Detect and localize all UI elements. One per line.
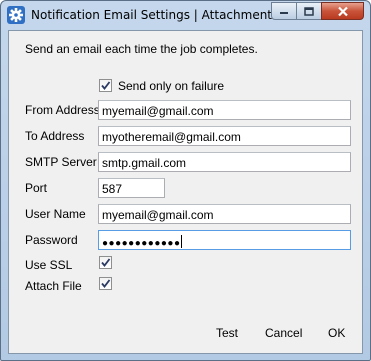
dialog-window: Notification Email Settings | Attachment… — [0, 0, 371, 361]
user-name-label: User Name — [25, 207, 86, 221]
cancel-button[interactable]: Cancel — [257, 322, 310, 344]
window-controls — [271, 2, 364, 20]
port-label: Port — [25, 181, 48, 195]
to-address-field[interactable]: myotheremail@gmail.com — [98, 126, 351, 146]
password-field[interactable]: ●●●●●●●●●●●● — [98, 230, 351, 250]
to-address-label: To Address — [25, 129, 85, 143]
port-field[interactable]: 587 — [98, 178, 165, 198]
send-only-on-failure-label[interactable]: Send only on failure — [118, 79, 224, 93]
smtp-server-label: SMTP Server — [25, 155, 97, 169]
text-caret — [181, 235, 183, 248]
password-label: Password — [25, 233, 78, 247]
attach-file-checkbox[interactable] — [99, 277, 112, 290]
password-value: ●●●●●●●●●●●● — [102, 238, 181, 249]
checkmark-icon — [101, 81, 111, 90]
maximize-icon — [304, 6, 314, 16]
minimize-icon — [280, 12, 288, 14]
checkmark-icon — [101, 258, 111, 267]
from-address-label: From Address — [25, 103, 100, 117]
ok-button[interactable]: OK — [320, 322, 353, 344]
window-title: Notification Email Settings | Attachment… — [31, 8, 279, 22]
user-name-field[interactable]: myemail@gmail.com — [98, 204, 351, 224]
attach-file-label: Attach File — [25, 279, 82, 293]
test-button[interactable]: Test — [208, 322, 246, 344]
close-button[interactable] — [321, 2, 364, 20]
smtp-server-field[interactable]: smtp.gmail.com — [98, 152, 351, 172]
send-only-on-failure-checkbox[interactable] — [99, 79, 112, 92]
use-ssl-checkbox[interactable] — [99, 256, 112, 269]
use-ssl-label: Use SSL — [25, 258, 73, 272]
checkmark-icon — [101, 279, 111, 288]
from-address-field[interactable]: myemail@gmail.com — [98, 100, 351, 120]
maximize-button[interactable] — [296, 2, 322, 20]
minimize-button[interactable] — [271, 2, 297, 20]
title-bar[interactable]: Notification Email Settings | Attachment… — [1, 1, 370, 29]
close-icon — [337, 6, 348, 16]
dialog-body: Send an email each time the job complete… — [8, 30, 363, 354]
gear-icon — [7, 6, 25, 24]
intro-text: Send an email each time the job complete… — [25, 42, 258, 56]
